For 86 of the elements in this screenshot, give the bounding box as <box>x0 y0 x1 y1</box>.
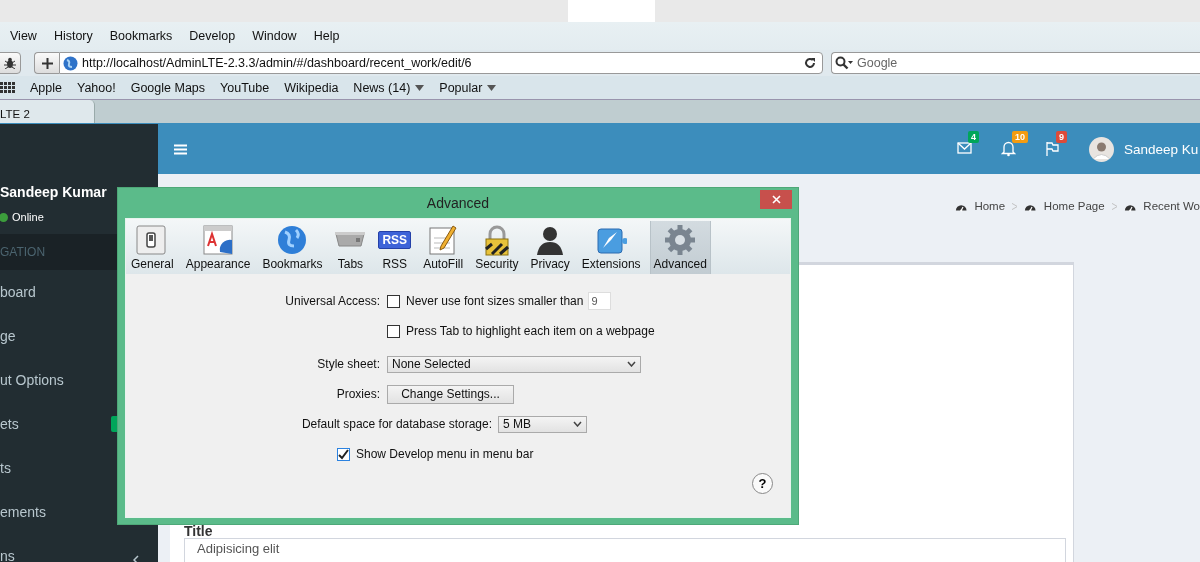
rss-icon: RSS <box>378 231 412 249</box>
separator-icon <box>1012 202 1018 210</box>
chevron-down-icon <box>627 361 636 367</box>
menu-item[interactable]: Window <box>252 29 297 43</box>
bookmark-link[interactable]: News (14) <box>353 80 425 95</box>
globe-icon <box>276 224 309 256</box>
add-bookmark-button[interactable] <box>34 52 59 74</box>
breadcrumb-link[interactable]: Recent Wo <box>1143 200 1200 212</box>
menu-item[interactable]: Bookmarks <box>109 29 173 43</box>
count-badge: 10 <box>1012 131 1028 143</box>
checkbox-label: Never use font sizes smaller than <box>406 294 584 308</box>
help-button[interactable]: ? <box>752 473 773 494</box>
checkbox-label: Press Tab to highlight each item on a webpage <box>406 324 655 338</box>
bug-button[interactable] <box>0 52 21 74</box>
switch-icon <box>136 224 169 256</box>
preferences-tab[interactable]: Tabs <box>331 221 370 274</box>
field-label: Default space for database storage: <box>300 417 492 431</box>
menu-icon[interactable] <box>174 143 187 155</box>
field-label: Style sheet: <box>316 357 380 371</box>
dropdown[interactable]: 5 MB <box>498 415 587 433</box>
preferences-tab[interactable]: Advanced <box>649 221 711 274</box>
document-icon <box>202 224 235 256</box>
menu-item[interactable]: Help <box>313 29 340 43</box>
bug-icon <box>4 57 16 69</box>
preferences-tab[interactable]: Security <box>472 221 522 274</box>
status-dot <box>0 212 8 222</box>
change-settings-button[interactable]: Change Settings... <box>387 384 514 404</box>
preferences-tab[interactable]: AutoFill <box>420 221 467 274</box>
separator-icon <box>1111 202 1117 210</box>
chevron-down-icon <box>573 421 582 427</box>
bookmark-link[interactable]: Wikipedia <box>284 80 339 95</box>
settings-icon <box>664 224 697 256</box>
checkbox[interactable] <box>387 324 400 338</box>
sidebar-item[interactable]: ns <box>0 548 15 562</box>
bookmark-link[interactable]: Yahoo! <box>77 80 116 95</box>
address-field[interactable]: http://localhost/AdminLTE-2.3.3/admin/#/dashboard/recent_work/edit/6 <box>59 52 823 74</box>
dropdown[interactable]: None Selected <box>387 355 641 373</box>
number-field[interactable]: 9 <box>588 292 612 310</box>
field-label: Universal Access: <box>284 294 380 308</box>
bookmark-link[interactable]: Popular <box>439 80 497 95</box>
breadcrumb-link[interactable]: Home <box>974 200 1006 212</box>
bookmark-link[interactable]: Google Maps <box>130 80 206 95</box>
sidebar-item[interactable]: ets <box>0 416 19 432</box>
menu-item[interactable]: Develop <box>189 29 236 43</box>
sidebar-item[interactable]: ge <box>0 328 16 344</box>
grid-icon[interactable] <box>0 82 15 93</box>
checkbox[interactable] <box>387 294 400 308</box>
breadcrumb-link[interactable]: Home Page <box>1043 200 1105 212</box>
globe-icon <box>63 56 78 71</box>
user-name: Sandeep Kumar <box>0 184 108 202</box>
dialog-title: Advanced <box>426 195 490 211</box>
close-icon <box>771 195 781 204</box>
sidebar-item[interactable]: ts <box>0 460 11 476</box>
box-title: Title <box>184 524 214 538</box>
text-field[interactable]: Adipisicing elit <box>184 538 1066 562</box>
preferences-tab[interactable]: Bookmarks <box>259 221 326 274</box>
chevron-icon[interactable] <box>133 555 139 562</box>
plus-icon <box>41 57 53 69</box>
preferences-tab[interactable]: Extensions <box>578 221 644 274</box>
count-badge: 9 <box>1056 131 1067 143</box>
field-label: Proxies: <box>335 387 380 401</box>
reload-icon[interactable] <box>804 57 816 69</box>
status-text: Online <box>12 211 44 223</box>
avatar[interactable] <box>1089 136 1114 162</box>
preferences-tab[interactable]: RSS RSS <box>375 221 415 274</box>
menu-item[interactable]: History <box>53 29 93 43</box>
sidebar-item[interactable]: ut Options <box>0 372 64 388</box>
sidebar-item[interactable]: ements <box>0 504 46 520</box>
search-icon <box>835 56 853 70</box>
checkmark-icon <box>338 448 349 460</box>
bookmark-link[interactable]: Apple <box>30 80 62 95</box>
browser-tab[interactable]: LTE 2 <box>0 100 95 123</box>
preferences-tab[interactable]: Privacy <box>527 221 573 274</box>
flag-icon[interactable] <box>1045 141 1060 157</box>
preferences-tab[interactable]: Appearance <box>182 221 254 274</box>
checkbox[interactable] <box>337 447 350 461</box>
user-name[interactable]: Sandeep Ku <box>1124 141 1199 157</box>
menu-item[interactable]: View <box>10 29 37 43</box>
bookmark-link[interactable]: YouTube <box>220 80 270 95</box>
sidebar-item[interactable]: board <box>0 284 36 300</box>
count-badge: 4 <box>968 131 979 143</box>
bell-icon[interactable] <box>1001 141 1016 157</box>
checkbox-label: Show Develop menu in menu bar <box>356 447 534 461</box>
close-button[interactable] <box>760 190 792 209</box>
search-field[interactable]: Google <box>831 52 1200 74</box>
mail-icon[interactable] <box>957 141 972 157</box>
